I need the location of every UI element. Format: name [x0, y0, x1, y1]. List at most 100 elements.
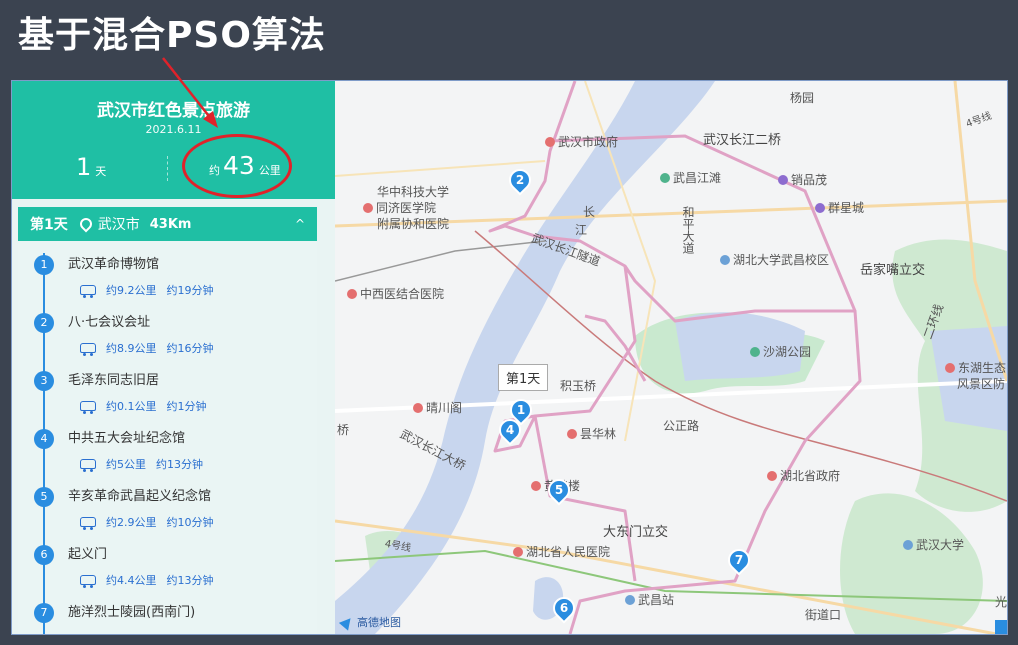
day-city: 武汉市: [97, 217, 140, 233]
map-label: 武汉大学: [903, 536, 964, 553]
route-distance: 约8.9公里: [106, 342, 157, 355]
poi-icon: [750, 347, 760, 357]
trip-date: 2021.6.11: [145, 123, 202, 136]
map-label-text: 销品茂: [791, 173, 828, 187]
map-label: 武昌江滩: [660, 169, 721, 186]
map-label-text: 晴川阁: [426, 401, 463, 415]
stop-route: 约2.9公里 约10分钟: [80, 514, 214, 530]
poi-icon: [660, 173, 670, 183]
poi-icon: [625, 595, 635, 605]
slide-title: 基于混合PSO算法: [18, 15, 326, 56]
location-pin-icon: [77, 215, 95, 233]
map-control-button[interactable]: [995, 620, 1007, 634]
poi-icon: [413, 403, 423, 413]
stop-name: 辛亥革命武昌起义纪念馆: [68, 489, 212, 504]
route-map[interactable]: 杨园 武汉长江二桥 武汉市政府 武昌江滩 销品茂 群星城 华中科技大学 同济医学…: [335, 81, 1007, 634]
map-label-text: 中西医结合医院: [360, 287, 445, 301]
map-label: 大东门立交: [603, 525, 669, 540]
map-label: 晴川阁: [413, 399, 462, 416]
map-tooltip: 第1天: [498, 364, 549, 391]
map-logo: 高德地图: [338, 613, 401, 631]
stop-name: 八·七会议会址: [68, 315, 151, 330]
map-label: 销品茂: [778, 171, 827, 188]
app-frame: 武汉市红色景点旅游 2021.6.11 1天 约 43 公里 第1天 武汉市 43K…: [11, 80, 1008, 635]
poi-icon: [767, 471, 777, 481]
stop-number: 5: [34, 487, 54, 507]
map-label-text: 同济医学院: [376, 201, 437, 215]
route-time: 约13分钟: [166, 574, 214, 587]
map-label: 街道口: [805, 608, 842, 622]
map-label: 湖北省政府: [767, 467, 840, 484]
day-card: 第1天 武汉市 43Km ^ 1 武汉革命博物馆 约9.2公里 约19分钟 2 八…: [18, 207, 317, 634]
car-icon: [80, 575, 96, 588]
map-label: 东湖生态: [945, 359, 1006, 376]
poi-icon: [513, 547, 523, 557]
route-distance: 约5公里: [106, 458, 146, 471]
car-icon: [80, 517, 96, 530]
route-distance: 约0.1公里: [106, 400, 157, 413]
route-time: 约19分钟: [166, 284, 214, 297]
stop-number: 2: [34, 313, 54, 333]
map-logo-text: 高德地图: [357, 616, 401, 629]
map-label: 积玉桥: [560, 379, 597, 393]
map-label: 中西医结合医院: [347, 285, 444, 302]
route-distance: 约4.4公里: [106, 574, 157, 587]
day-distance: 43Km: [149, 216, 192, 232]
map-label-text: 群星城: [828, 201, 865, 215]
stop-number: 3: [34, 371, 54, 391]
stop-route: 约9.2公里 约19分钟: [80, 282, 214, 298]
poi-icon: [945, 363, 955, 373]
stop-number: 1: [34, 255, 54, 275]
stop-route: 约5公里 约13分钟: [80, 456, 203, 472]
stop-list: 1 武汉革命博物馆 约9.2公里 约19分钟 2 八·七会议会址 约8.9公里 约1…: [18, 241, 317, 634]
map-label-text: 昙华林: [580, 427, 617, 441]
poi-icon: [778, 175, 788, 185]
trip-title: 武汉市红色景点旅游: [97, 101, 250, 121]
stop-name: 起义门: [68, 547, 108, 562]
map-label: 武汉长江二桥: [703, 133, 782, 148]
stop-name: 毛泽东同志旧居: [68, 373, 160, 388]
poi-icon: [720, 255, 730, 265]
map-label: 长: [583, 205, 596, 219]
route-distance: 约9.2公里: [106, 284, 157, 297]
navigation-arrow-icon: [338, 613, 356, 631]
map-label-text: 湖北省人民医院: [526, 545, 611, 559]
day-label: 第1天: [30, 217, 68, 233]
stop-number: 4: [34, 429, 54, 449]
route-distance: 约2.9公里: [106, 516, 157, 529]
map-label: 岳家嘴立交: [860, 263, 926, 278]
route-time: 约10分钟: [166, 516, 214, 529]
poi-icon: [903, 540, 913, 550]
map-label-text: 东湖生态: [958, 361, 1007, 375]
stop-route: 约4.4公里 约13分钟: [80, 572, 214, 588]
map-label-text: 湖北大学武昌校区: [733, 253, 830, 267]
days-value: 1: [76, 153, 92, 181]
car-icon: [80, 401, 96, 414]
map-label: 光: [995, 595, 1007, 609]
map-label-text: 沙湖公园: [763, 345, 812, 359]
map-label-text: 武昌江滩: [673, 171, 722, 185]
highlight-ellipse: [182, 134, 292, 198]
summary-divider: [167, 156, 168, 181]
poi-icon: [545, 137, 555, 147]
map-label: 群星城: [815, 199, 864, 216]
chevron-up-icon[interactable]: ^: [295, 217, 305, 231]
map-label: 风景区防: [957, 377, 1006, 391]
car-icon: [80, 285, 96, 298]
day-header[interactable]: 第1天 武汉市 43Km ^: [18, 207, 317, 241]
days-count: 1天: [76, 153, 106, 181]
map-label: 杨园: [790, 91, 815, 105]
map-label: 和平大道: [681, 206, 695, 254]
map-label: 昙华林: [567, 425, 616, 442]
stop-number: 7: [34, 603, 54, 623]
map-label: 江: [575, 223, 588, 237]
map-label-text: 武汉市政府: [558, 135, 619, 149]
map-label: 公正路: [663, 419, 700, 433]
days-unit: 天: [95, 165, 107, 178]
map-label: 武昌站: [625, 591, 674, 608]
map-label: 同济医学院: [363, 199, 436, 216]
map-label-text: 武昌站: [638, 593, 675, 607]
map-label: 桥: [337, 423, 350, 437]
stop-number: 6: [34, 545, 54, 565]
poi-icon: [567, 429, 577, 439]
